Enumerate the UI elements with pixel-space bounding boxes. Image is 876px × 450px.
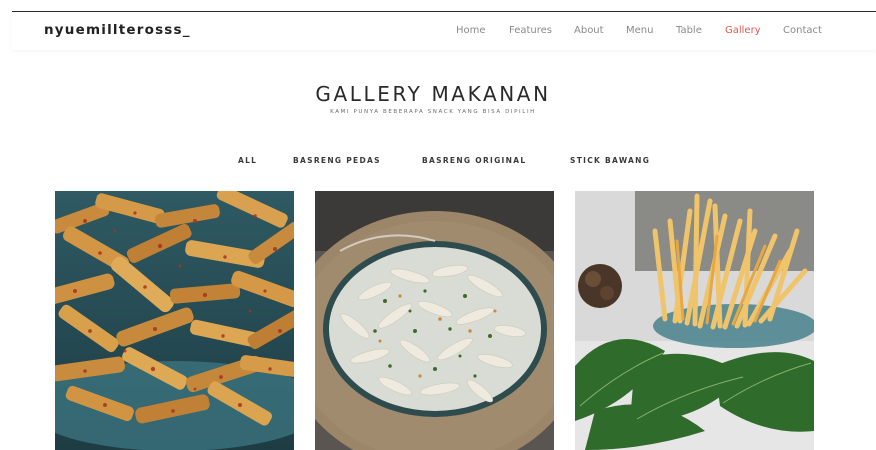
gallery-item-stick-bawang[interactable] bbox=[575, 191, 814, 450]
nav-features[interactable]: Features bbox=[509, 25, 552, 36]
nav-table[interactable]: Table bbox=[676, 25, 702, 36]
basreng-original-photo bbox=[315, 191, 554, 450]
nav-about[interactable]: About bbox=[574, 25, 604, 36]
page-title: GALLERY MAKANAN bbox=[315, 82, 551, 106]
navbar: nyuemillterosss_ Home Features About Men… bbox=[12, 12, 876, 50]
nav-home[interactable]: Home bbox=[456, 25, 486, 36]
stick-bawang-photo bbox=[575, 191, 814, 450]
page-subtitle: KAMI PUNYA BEBERAPA SNACK YANG BISA DIPI… bbox=[330, 109, 536, 115]
nav-menu[interactable]: Menu bbox=[626, 25, 653, 36]
filter-stick-bawang[interactable]: STICK BAWANG bbox=[570, 156, 650, 165]
filter-basreng-pedas[interactable]: BASRENG PEDAS bbox=[293, 156, 381, 165]
main-nav: Home Features About Menu Table Gallery C… bbox=[12, 25, 876, 41]
gallery-item-basreng-pedas[interactable] bbox=[55, 191, 294, 450]
filter-basreng-original[interactable]: BASRENG ORIGINAL bbox=[422, 156, 526, 165]
filter-all[interactable]: ALL bbox=[238, 156, 257, 165]
nav-gallery[interactable]: Gallery bbox=[725, 25, 761, 36]
gallery-filters: ALL BASRENG PEDAS BASRENG ORIGINAL STICK… bbox=[0, 156, 876, 168]
gallery-item-basreng-original[interactable] bbox=[315, 191, 554, 450]
nav-contact[interactable]: Contact bbox=[783, 25, 822, 36]
basreng-pedas-photo bbox=[55, 191, 294, 450]
